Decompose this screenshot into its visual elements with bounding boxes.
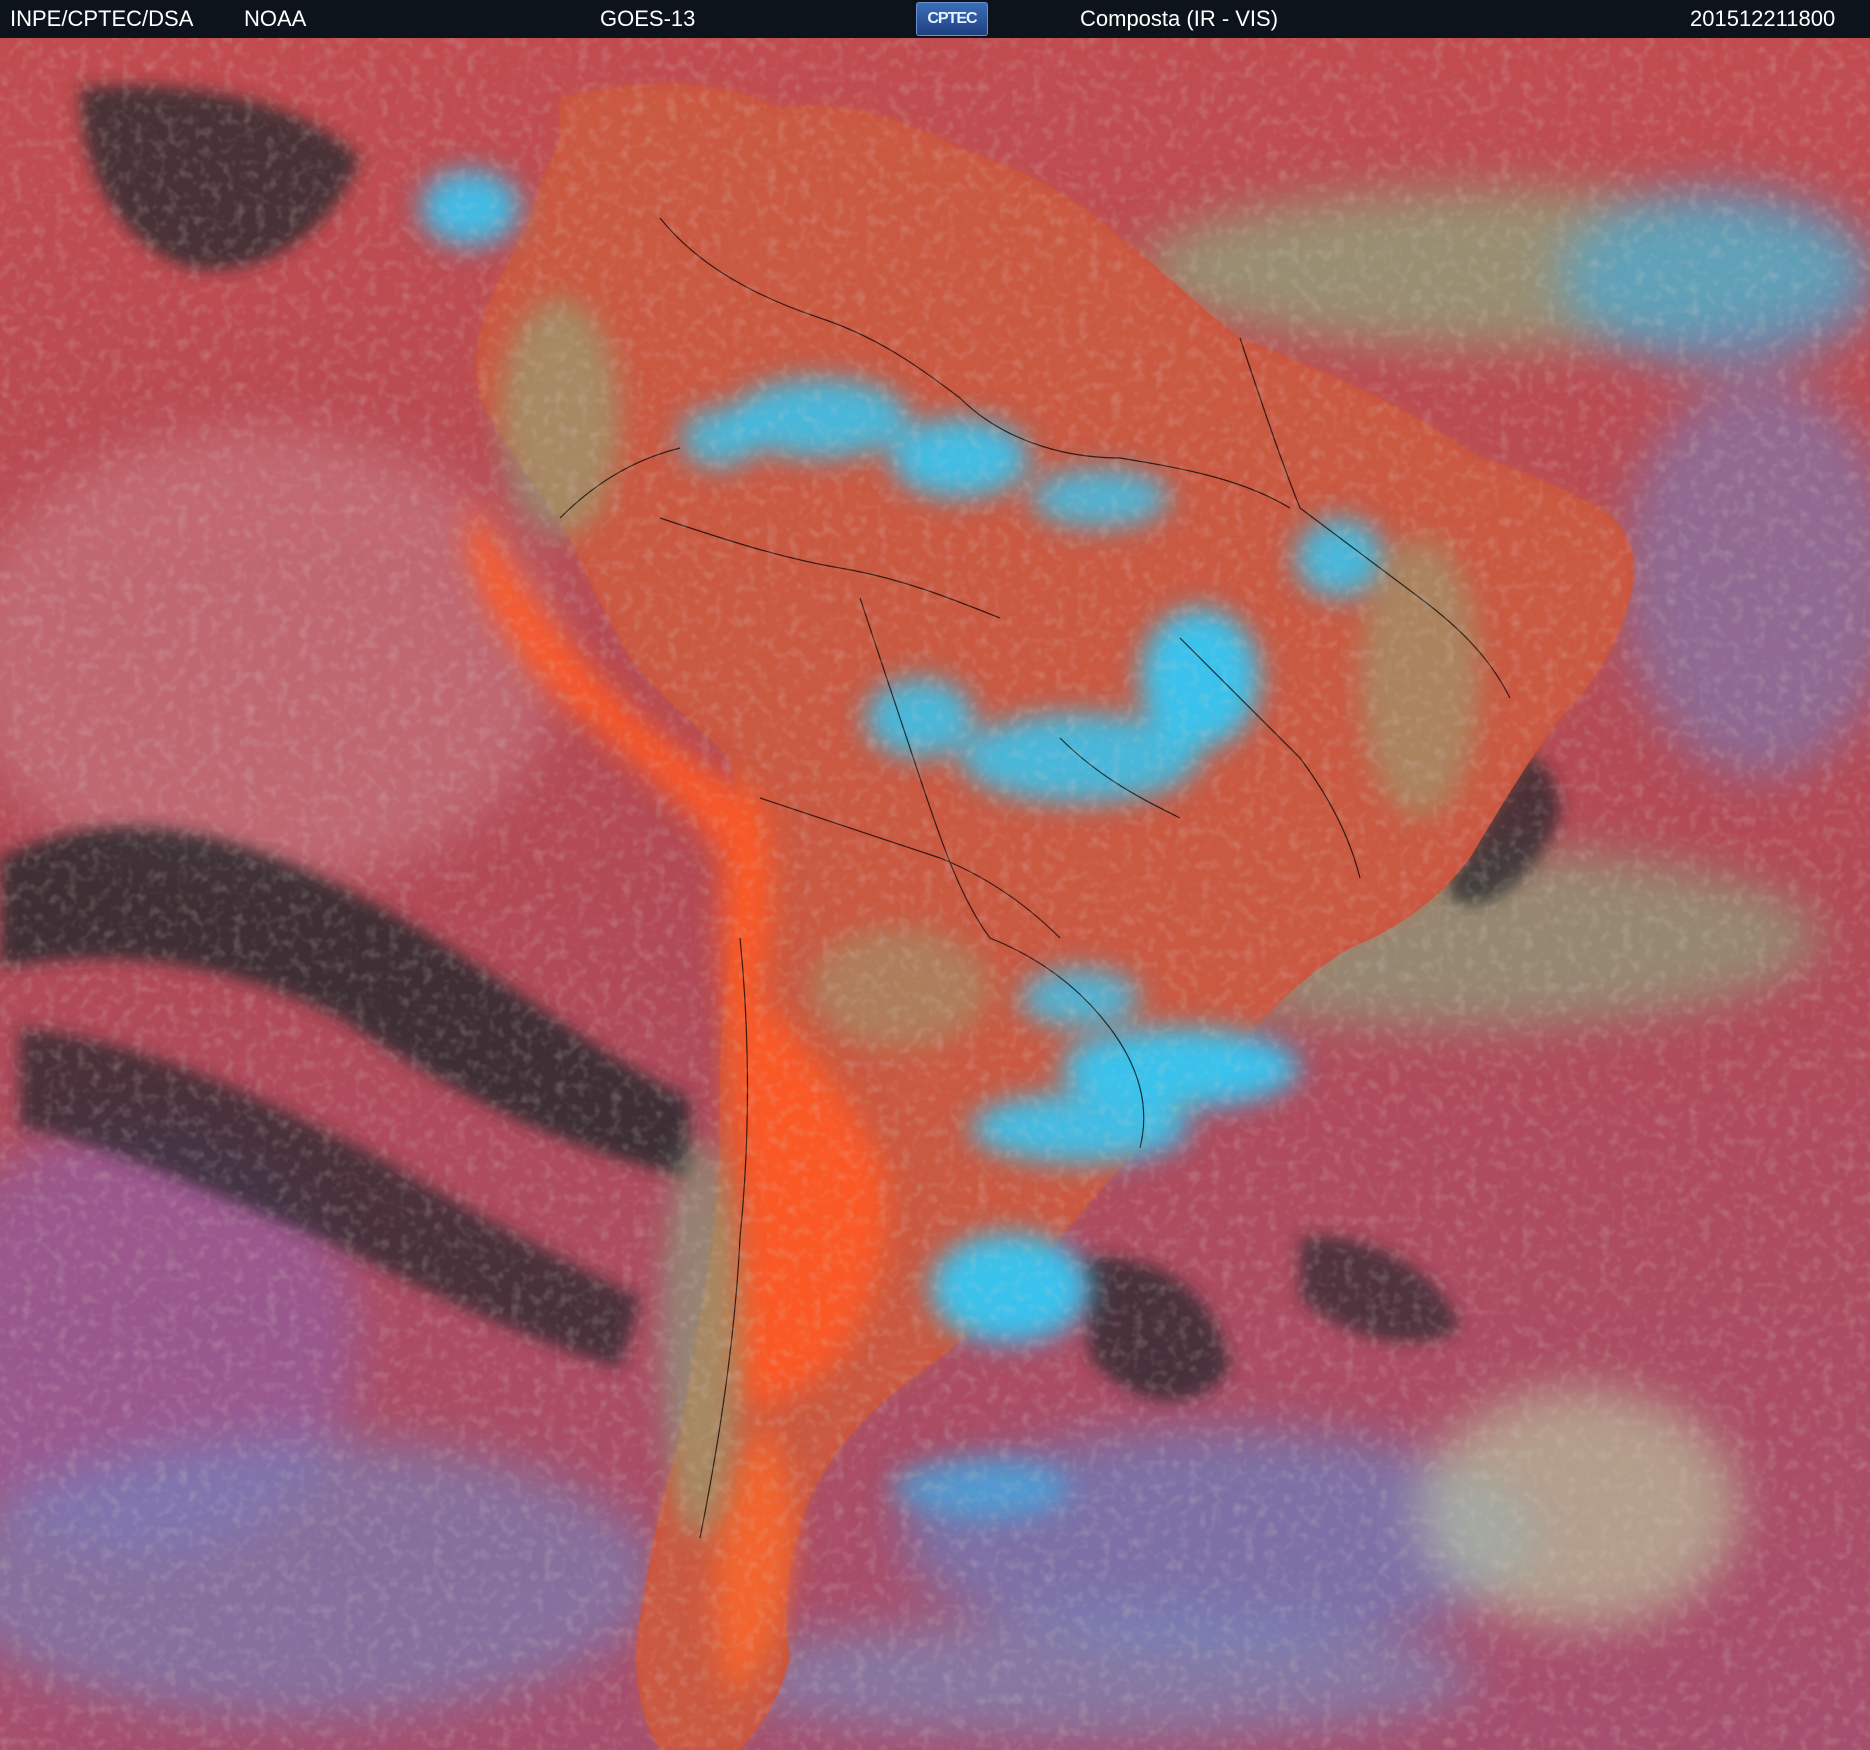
timestamp-label: 201512211800 xyxy=(1690,6,1836,31)
image-header-bar: INPE/CPTEC/DSA NOAA GOES-13 CPTEC Compos… xyxy=(0,0,1870,38)
satellite-composite-map xyxy=(0,38,1870,1750)
agency-label: NOAA xyxy=(244,6,307,31)
product-label: Composta (IR - VIS) xyxy=(1080,6,1279,31)
cptec-logo: CPTEC xyxy=(916,2,988,36)
composite-imagery xyxy=(0,38,1870,1750)
cloud-speckle-texture xyxy=(0,38,1870,1750)
satellite-label: GOES-13 xyxy=(600,6,696,31)
satellite-image-viewer: INPE/CPTEC/DSA NOAA GOES-13 CPTEC Compos… xyxy=(0,0,1870,1750)
organization-label: INPE/CPTEC/DSA xyxy=(10,6,194,31)
